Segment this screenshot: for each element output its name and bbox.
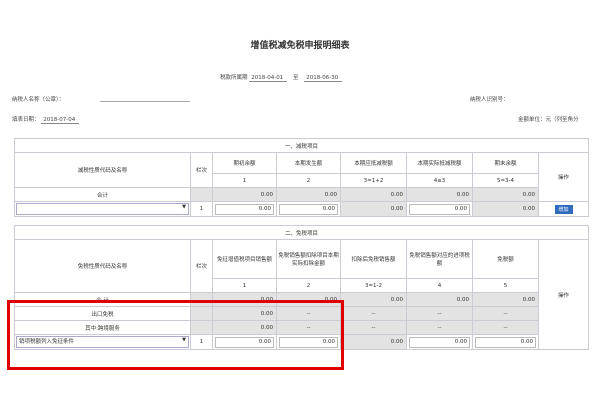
section1-row1-input-2[interactable]: 0.00 [279, 203, 338, 215]
section2-colnum-3: 3=1-2 [340, 278, 407, 293]
period-sep: 至 [293, 75, 299, 81]
section2-cell: -- [406, 320, 473, 335]
period-row: 税款所属期 2018-04-01 至 2018-06-30 [220, 73, 343, 82]
section1-op-col: 操作 [537, 152, 590, 202]
section1-col-2: 本期发生额 [276, 152, 341, 174]
section1-code-select[interactable]: ▼ [14, 201, 191, 217]
section2-cell: -- [472, 306, 539, 321]
section1-row1-val-5: 0.00 [472, 201, 539, 217]
section2-colnum-4: 4 [406, 278, 473, 293]
section1-total-5: 0.00 [472, 187, 539, 202]
table-row: 合计 0.00 0.00 0.00 0.00 0.00 [14, 187, 589, 202]
section2-col-2: 免税销售额扣除项目本期实际扣除金额 [276, 239, 341, 279]
section2-col-5: 免税额 [472, 239, 539, 279]
period-start[interactable]: 2018-04-01 [249, 75, 288, 82]
section1-col-5: 期末余额 [472, 152, 539, 174]
highlight-box [7, 300, 344, 370]
table-row: ▼ 1 0.00 0.00 0.00 0.00 0.00 增加 [14, 201, 590, 217]
fill-date-row: 填表日期： 2018-07-04 [12, 115, 80, 124]
section2-col-3: 扣除后免税销售额 [340, 239, 407, 279]
section1-row1-val-3: 0.00 [340, 201, 407, 217]
section2-cell: 0.00 [340, 292, 407, 307]
section2-name-col: 免税性质代码及名称 [14, 239, 191, 293]
taxpayer-id-label: 纳税人识别号： [470, 97, 509, 103]
reduction-table: 一、减税项目 减税性质代码及名称 栏次 期初余额 本期发生额 本期应抵减税额 本… [13, 138, 590, 217]
section1-col-4: 本期实际抵减税额 [406, 152, 473, 174]
section2-cell: 0.00 [472, 292, 539, 307]
section1-name-col: 减税性质代码及名称 [14, 152, 191, 188]
section1-add-button[interactable]: 增加 [554, 204, 573, 214]
period-label: 税款所属期 [220, 75, 248, 81]
section2-col-1: 免征增值税项目销售额 [212, 239, 277, 279]
section1-colnum-5: 5=3-4 [472, 173, 539, 188]
section1-col-1: 期初余额 [212, 152, 277, 174]
section1-colnum-2: 2 [276, 173, 341, 188]
section2-cell: 0.00 [406, 292, 473, 307]
section2-colnum-2: 2 [276, 278, 341, 293]
section1-total-4: 0.00 [406, 187, 473, 202]
section2-cell: -- [472, 320, 539, 335]
section2-title: 二、免税项目 [13, 225, 590, 240]
section1-title: 一、减税项目 [13, 138, 590, 153]
taxpayer-name-label: 纳税人名称（公章）： [12, 97, 65, 103]
section1-row1-no: 1 [190, 201, 213, 217]
section2-op-col: 操作 [537, 239, 590, 350]
page-title: 增值税减免税申报明细表 [250, 41, 350, 51]
section1-row1-input-4[interactable]: 0.00 [409, 203, 470, 215]
section2-rowno-col: 栏次 [190, 239, 213, 293]
section2-row1-val-3: 0.00 [340, 334, 407, 350]
section2-col-4: 免税销售额对应的进项税额 [406, 239, 473, 279]
section2-colnum-5: 5 [472, 278, 539, 293]
unit-label: 金额单位：元（列至角分 [518, 117, 579, 123]
section1-total-2: 0.00 [276, 187, 341, 202]
section1-rowno-col: 栏次 [190, 152, 213, 188]
section1-colnum-4: 4≤3 [406, 173, 473, 188]
taxpayer-name-field[interactable] [100, 101, 190, 102]
section1-total-3: 0.00 [340, 187, 407, 202]
section1-row1-input-1[interactable]: 0.00 [215, 203, 274, 215]
period-end[interactable]: 2018-06-30 [304, 75, 343, 82]
section1-col-3: 本期应抵减税额 [340, 152, 407, 174]
section2-cell: -- [340, 320, 407, 335]
section1-total-1: 0.00 [212, 187, 277, 202]
fill-date-value[interactable]: 2018-07-04 [41, 117, 80, 124]
section1-colnum-3: 3=1+2 [340, 173, 407, 188]
section2-cell: -- [340, 306, 407, 321]
chevron-down-icon[interactable]: ▼ [182, 204, 186, 210]
section1-total-label: 合计 [14, 187, 191, 202]
section2-row1-input-5[interactable]: 0.00 [475, 336, 536, 348]
section1-colnum-1: 1 [212, 173, 277, 188]
fill-date-label: 填表日期： [12, 117, 40, 123]
section2-cell: -- [406, 306, 473, 321]
section2-colnum-1: 1 [212, 278, 277, 293]
section2-row1-input-4[interactable]: 0.00 [409, 336, 470, 348]
